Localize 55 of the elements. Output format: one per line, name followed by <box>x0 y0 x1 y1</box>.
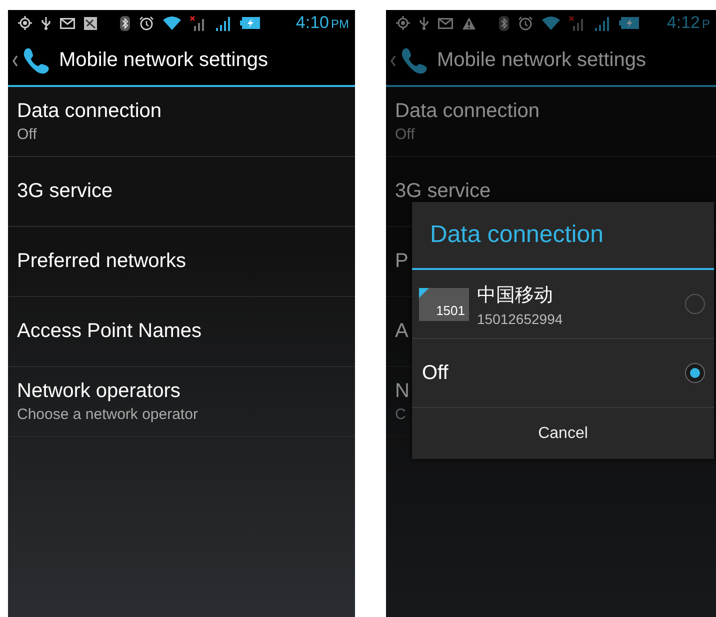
gps-icon <box>18 16 32 30</box>
bluetooth-icon <box>499 16 509 30</box>
settings-list-item[interactable]: 3G service <box>8 157 355 227</box>
radio-button[interactable] <box>685 294 705 314</box>
dialog-option[interactable]: 1501 中国移动 15012652994 <box>412 270 714 339</box>
dialog-title: Data connection <box>412 202 714 270</box>
dialog-option[interactable]: Off <box>412 339 714 408</box>
settings-list-item[interactable]: Data connection Off <box>386 87 716 157</box>
item-title: A <box>395 320 410 343</box>
item-title: 3G service <box>395 180 492 203</box>
bluetooth-icon <box>120 16 130 30</box>
phone-number: 15012652994 <box>477 310 564 326</box>
wifi-icon <box>542 16 560 30</box>
settings-list-item[interactable]: Data connection Off <box>8 87 355 157</box>
alarm-clock-icon <box>518 16 533 30</box>
settings-list-item[interactable]: Network operators Choose a network operator <box>8 367 355 437</box>
charging-battery-icon <box>619 17 639 29</box>
warning-icon <box>462 16 476 30</box>
item-summary: Off <box>395 126 416 143</box>
signal-icon <box>594 16 610 30</box>
signal-icon <box>215 16 231 30</box>
settings-list-item[interactable]: Access Point Names <box>8 297 355 367</box>
gps-icon <box>396 16 410 30</box>
phone-icon[interactable] <box>21 46 51 76</box>
cancel-button[interactable]: Cancel <box>412 408 714 459</box>
item-summary: Choose a network operator <box>17 406 199 423</box>
item-title: 3G service <box>17 180 114 203</box>
usb-icon <box>419 16 429 30</box>
item-title: N <box>395 380 410 403</box>
clock-time: 4:10 PM <box>296 13 349 33</box>
usb-icon <box>41 16 51 30</box>
alarm-clock-icon <box>139 16 154 30</box>
sim-card-badge: 1501 <box>419 288 469 320</box>
back-caret-icon[interactable] <box>12 54 18 66</box>
item-title: P <box>395 250 410 273</box>
charging-battery-icon <box>240 17 260 29</box>
option-label: Off <box>421 362 450 384</box>
screen-title: Mobile network settings <box>437 49 646 72</box>
item-summary: C <box>395 406 407 423</box>
signal-off-icon <box>569 16 585 30</box>
signal-off-icon <box>190 16 206 30</box>
item-title: Preferred networks <box>17 250 187 273</box>
item-summary: Off <box>17 126 38 143</box>
radio-button[interactable] <box>685 363 705 383</box>
carrier-name: 中国移动 <box>477 284 554 308</box>
item-title: Network operators <box>17 380 182 403</box>
item-title: Data connection <box>17 100 163 123</box>
wifi-icon <box>163 16 181 30</box>
mail-icon <box>60 18 75 28</box>
settings-list-item[interactable]: Preferred networks <box>8 227 355 297</box>
item-title: Access Point Names <box>17 320 203 343</box>
screen-title: Mobile network settings <box>59 49 268 72</box>
clock-time: 4:12 P <box>666 13 710 33</box>
mail-icon <box>438 18 453 28</box>
item-title: Data connection <box>395 100 541 123</box>
